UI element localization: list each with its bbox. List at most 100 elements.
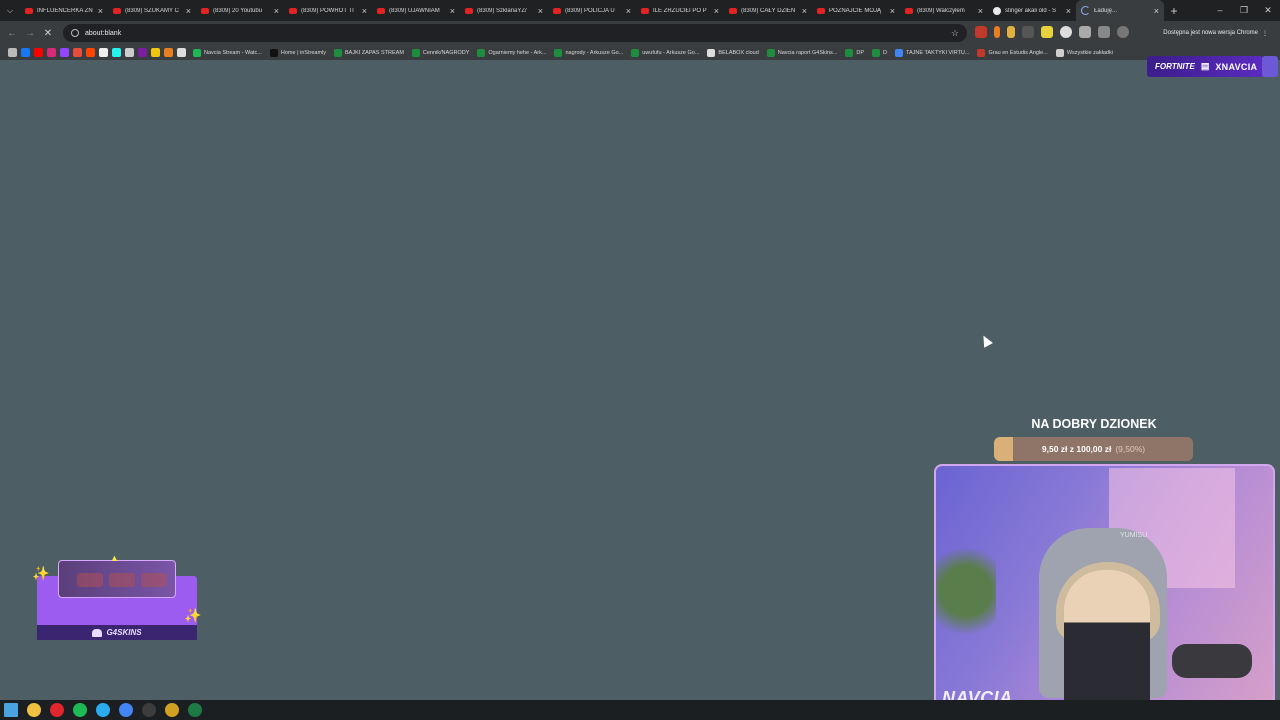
close-tab-icon[interactable]: × [98, 6, 103, 16]
close-tab-icon[interactable]: × [186, 6, 191, 16]
new-tab-button[interactable]: + [1164, 4, 1184, 18]
more-menu-icon[interactable]: ⋮ [1262, 30, 1268, 37]
tab-title: (8309) CAŁY DZIEŃ [741, 7, 796, 14]
instagram-icon[interactable] [47, 48, 56, 57]
bookmark-item[interactable]: Grau en Estudis Angle... [974, 48, 1050, 57]
browser-tab[interactable]: (8309) 20 Youtubu × [196, 0, 284, 21]
facebook-icon[interactable] [21, 48, 30, 57]
close-window-icon[interactable]: ✕ [1256, 0, 1280, 21]
bookmark-icon[interactable] [164, 48, 173, 57]
goal-percent: (9,50%) [1115, 444, 1146, 454]
extension-pen-icon[interactable] [1007, 26, 1015, 38]
extensions-puzzle-icon[interactable] [1079, 26, 1091, 38]
bookmark-item[interactable]: Navcia Stream - Watc... [190, 48, 265, 57]
extension-badge-icon[interactable] [975, 26, 987, 38]
browser-tab[interactable]: (8309) SzklanaYZ/ × [460, 0, 548, 21]
browser-tab[interactable]: (8309) CAŁY DZIEŃ × [724, 0, 812, 21]
browser-tab[interactable]: INFLUENCERKA ZN × [20, 0, 108, 21]
twitch-icon[interactable] [60, 48, 69, 57]
browser-tab[interactable]: (8309) POWRÓT TI × [284, 0, 372, 21]
windows-start-icon[interactable] [4, 703, 18, 717]
obs-icon[interactable] [142, 703, 156, 717]
navigation-buttons: ← → ✕ [0, 28, 55, 39]
reading-list-icon[interactable] [1098, 26, 1110, 38]
g4skins-sponsor-overlay: G4SKINS ✨ ✨ ▲ [30, 553, 206, 647]
chrome-dev-icon[interactable] [165, 703, 179, 717]
goal-progress-text: 9,50 zł z 100,00 zł (9,50%) [994, 437, 1193, 461]
close-tab-icon[interactable]: × [890, 6, 895, 16]
tiktok-icon[interactable] [112, 48, 121, 57]
close-tab-icon[interactable]: × [802, 6, 807, 16]
bookmark-icon[interactable] [73, 48, 82, 57]
extension-icon[interactable] [1041, 26, 1053, 38]
telegram-icon[interactable] [96, 703, 110, 717]
bookmark-item[interactable]: Navcia raport G4Skins... [764, 48, 841, 57]
bookmark-icon [845, 48, 854, 57]
browser-tab[interactable]: (8309) UJAWNIAM × [372, 0, 460, 21]
spotify-icon[interactable] [73, 703, 87, 717]
bookmark-item[interactable]: DP [842, 48, 867, 57]
stop-loading-icon[interactable]: ✕ [41, 28, 55, 39]
close-tab-icon[interactable]: × [1066, 6, 1071, 16]
reddit-icon[interactable] [86, 48, 95, 57]
sparkle-icon: ▲ [110, 553, 119, 563]
browser-tab[interactable]: stinger akali old - S × [988, 0, 1076, 21]
bookmark-icon[interactable] [125, 48, 134, 57]
address-bar[interactable]: about:blank ☆ [63, 24, 967, 42]
lightning-icon: ✨ [184, 607, 202, 623]
extension-icon[interactable] [994, 26, 1000, 38]
close-tab-icon[interactable]: × [714, 6, 719, 16]
bookmark-label: BAJKI ZAPAS STREAM [345, 49, 404, 56]
browser-tab[interactable]: (8309) SZUKAMY C × [108, 0, 196, 21]
browser-tab[interactable]: ILE ZRZUCIŁI PO P × [636, 0, 724, 21]
bookmark-item[interactable]: uwufufu - Arkusze Go... [628, 48, 702, 57]
bookmark-item[interactable]: Ogarniemy hehe - Ark... [474, 48, 549, 57]
extension-icon[interactable] [1022, 26, 1034, 38]
minimize-icon[interactable]: – [1208, 0, 1232, 21]
bookmark-star-icon[interactable]: ☆ [951, 28, 959, 39]
bookmark-icon[interactable] [138, 48, 147, 57]
bookmark-item[interactable]: BELABOX cloud [704, 48, 761, 57]
browser-tab[interactable]: Ładuję... × [1076, 0, 1164, 21]
youtube-icon [641, 7, 649, 14]
youtube-icon[interactable] [34, 48, 43, 57]
bookmark-icon[interactable] [151, 48, 160, 57]
x-twitter-icon[interactable] [99, 48, 108, 57]
bookmark-item[interactable]: BAJKI ZAPAS STREAM [331, 48, 407, 57]
close-tab-icon[interactable]: × [274, 6, 279, 16]
browser-tab[interactable]: (8309) POLICJA U × [548, 0, 636, 21]
site-info-icon[interactable] [71, 29, 79, 37]
profile-avatar[interactable] [1117, 26, 1129, 38]
address-url[interactable]: about:blank [85, 30, 945, 37]
chrome-icon[interactable] [119, 703, 133, 717]
close-tab-icon[interactable]: × [538, 6, 543, 16]
file-explorer-icon[interactable] [27, 703, 41, 717]
bookmark-item[interactable]: Cennik/NAGRODY [409, 48, 472, 57]
bookmark-item[interactable]: Home | inStreamly [267, 48, 329, 57]
opera-gx-icon[interactable] [50, 703, 64, 717]
apps-grid-icon[interactable] [8, 48, 17, 57]
forward-icon[interactable]: → [23, 28, 37, 39]
tab-title: ILE ZRZUCIŁI PO P [653, 7, 707, 14]
tab-search-icon[interactable]: ⌵ [0, 0, 20, 21]
tab-title: (8309) SZUKAMY C [125, 7, 179, 14]
excel-icon[interactable] [188, 703, 202, 717]
browser-tab[interactable]: (8309) Walczyłem × [900, 0, 988, 21]
close-tab-icon[interactable]: × [626, 6, 631, 16]
bookmark-item[interactable]: Wszystkie zakładki [1053, 48, 1116, 57]
browser-tab[interactable]: POZNAJCIE MOJĄ × [812, 0, 900, 21]
extension-icon[interactable] [1060, 26, 1072, 38]
close-tab-icon[interactable]: × [1154, 6, 1159, 16]
close-tab-icon[interactable]: × [978, 6, 983, 16]
bookmark-icon[interactable] [177, 48, 186, 57]
bookmark-item[interactable]: D [869, 48, 890, 57]
close-tab-icon[interactable]: × [362, 6, 367, 16]
bookmark-item[interactable]: TAJNE TAKTYKI VIRTU... [892, 48, 972, 57]
restore-icon[interactable]: ❐ [1232, 0, 1256, 21]
back-icon[interactable]: ← [5, 28, 19, 39]
bookmark-icon [269, 48, 278, 57]
bookmark-icon [631, 48, 640, 57]
close-tab-icon[interactable]: × [450, 6, 455, 16]
chrome-update-button[interactable]: Dostępna jest nowa wersja Chrome ⋮ [1159, 25, 1272, 41]
bookmark-item[interactable]: nagrody - Arkusze Go... [551, 48, 626, 57]
